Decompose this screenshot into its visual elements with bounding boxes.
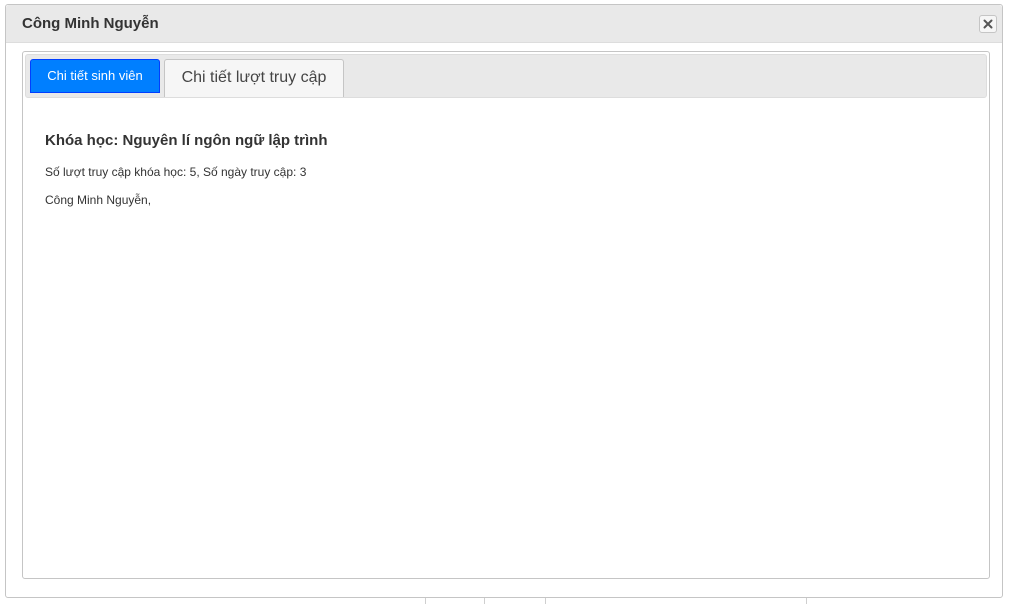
tab-bar: Chi tiết sinh viên Chi tiết lượt truy cậ… xyxy=(25,54,987,98)
close-button[interactable] xyxy=(979,15,997,33)
close-x-icon xyxy=(983,19,993,29)
student-detail-dialog: Công Minh Nguyễn Chi tiết sinh viên Chi … xyxy=(5,4,1003,598)
tabs-panel: Chi tiết sinh viên Chi tiết lượt truy cậ… xyxy=(22,51,990,579)
course-title: Khóa học: Nguyên lí ngôn ngữ lập trình xyxy=(45,132,328,149)
tab-student-details[interactable]: Chi tiết sinh viên xyxy=(30,59,160,93)
dialog-titlebar[interactable]: Công Minh Nguyễn xyxy=(6,5,1002,43)
tab-access-details[interactable]: Chi tiết lượt truy cập xyxy=(164,59,344,97)
dialog-title: Công Minh Nguyễn xyxy=(22,15,159,32)
student-names: Công Minh Nguyễn, xyxy=(45,193,152,207)
access-stats: Số lượt truy cập khóa học: 5, Số ngày tr… xyxy=(45,165,307,179)
